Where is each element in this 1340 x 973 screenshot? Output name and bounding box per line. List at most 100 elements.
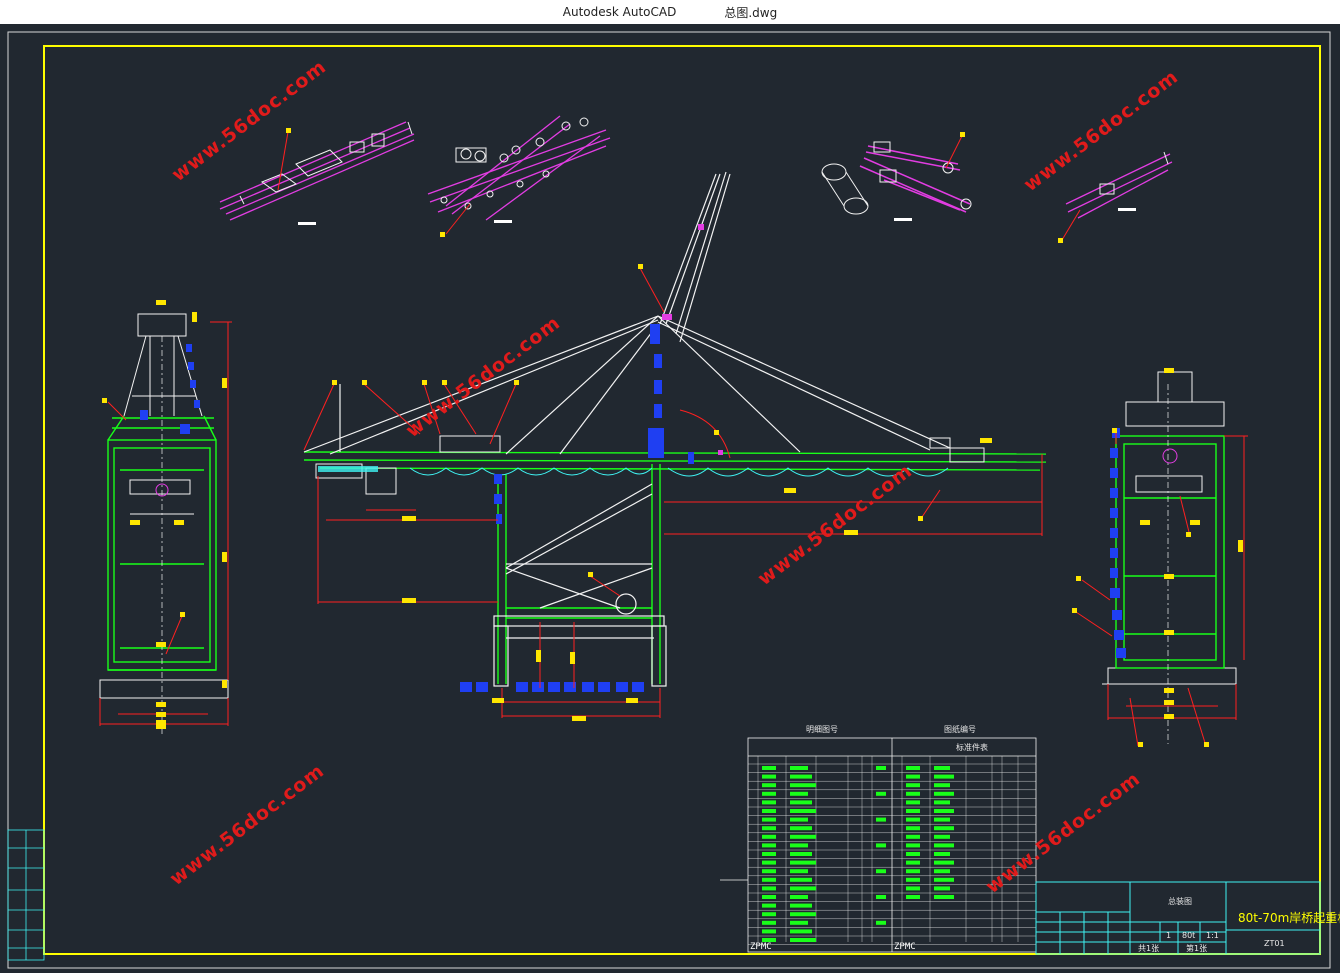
watermark-1: www.56doc.com bbox=[168, 56, 331, 186]
parts-row-mark bbox=[790, 791, 808, 796]
parts-row-mark bbox=[906, 834, 920, 839]
parts-row-mark bbox=[762, 860, 776, 865]
parts-row-mark bbox=[790, 766, 808, 770]
parts-row-mark bbox=[876, 843, 886, 848]
parts-row-mark bbox=[906, 826, 920, 831]
parts-row-mark bbox=[762, 852, 776, 856]
parts-row-mark bbox=[934, 843, 954, 848]
parts-row-mark bbox=[934, 800, 950, 805]
detail-sketch-3 bbox=[821, 132, 972, 221]
detail-sketch-4 bbox=[1058, 151, 1173, 243]
parts-row-mark bbox=[906, 766, 920, 770]
sheet-total: 共1张 bbox=[1138, 944, 1159, 953]
parts-table-right-footer: ZPMC bbox=[894, 942, 916, 952]
parts-row-mark bbox=[790, 903, 812, 908]
parts-row-mark bbox=[790, 852, 812, 856]
detail-sketch-2 bbox=[427, 115, 611, 237]
parts-row-mark bbox=[906, 800, 920, 805]
parts-row-mark bbox=[762, 920, 776, 925]
quantity-cell: 1 bbox=[1166, 931, 1171, 940]
parts-row-mark bbox=[790, 886, 816, 891]
parts-row-mark bbox=[790, 817, 808, 822]
parts-row-mark bbox=[876, 869, 886, 874]
parts-row-mark bbox=[906, 877, 920, 882]
parts-row-mark bbox=[906, 869, 920, 874]
parts-row-mark bbox=[762, 895, 776, 899]
parts-row-mark bbox=[876, 895, 886, 899]
parts-row-mark bbox=[762, 877, 776, 882]
parts-row-mark bbox=[934, 809, 954, 813]
parts-row-mark bbox=[762, 783, 776, 788]
parts-row-mark bbox=[906, 783, 920, 788]
parts-row-mark bbox=[790, 912, 816, 917]
parts-row-mark bbox=[790, 938, 816, 942]
parts-row-mark bbox=[790, 920, 808, 925]
parts-row-mark bbox=[934, 791, 954, 796]
crane-front-elevation bbox=[303, 171, 1047, 721]
parts-row-mark bbox=[790, 860, 816, 865]
parts-row-mark bbox=[934, 826, 954, 831]
parts-row-mark bbox=[906, 791, 920, 796]
parts-row-mark bbox=[876, 817, 886, 822]
sheet-index: 第1张 bbox=[1186, 943, 1207, 953]
drawing-number: ZT01 bbox=[1264, 939, 1285, 948]
watermark-5: www.56doc.com bbox=[166, 760, 329, 890]
parts-row-mark bbox=[762, 886, 776, 891]
parts-row-mark bbox=[790, 869, 808, 874]
parts-row-mark bbox=[790, 800, 812, 805]
app-title: Autodesk AutoCAD bbox=[562, 5, 677, 19]
parts-row-mark bbox=[762, 826, 776, 831]
parts-row-mark bbox=[934, 834, 950, 839]
parts-row-mark bbox=[762, 800, 776, 805]
parts-row-mark bbox=[790, 877, 812, 882]
parts-row-mark bbox=[790, 843, 808, 848]
watermark-2: www.56doc.com bbox=[1020, 66, 1183, 196]
parts-row-mark bbox=[876, 920, 886, 925]
left-side-elevation bbox=[99, 300, 232, 736]
parts-row-mark bbox=[906, 895, 920, 899]
parts-row-mark bbox=[934, 886, 950, 891]
parts-row-mark bbox=[876, 791, 886, 796]
file-name: 总图.dwg bbox=[724, 5, 778, 20]
right-side-elevation bbox=[1072, 368, 1248, 747]
parts-row-mark bbox=[906, 809, 920, 813]
window-title-bar: Autodesk AutoCAD 总图.dwg bbox=[0, 0, 1340, 24]
parts-row-mark bbox=[934, 852, 950, 856]
scale-cell: 1:1 bbox=[1206, 931, 1219, 940]
parts-row-mark bbox=[762, 791, 776, 796]
parts-row-mark bbox=[934, 869, 950, 874]
parts-row-mark bbox=[906, 774, 920, 779]
parts-table-left-footer: ZPMC bbox=[750, 942, 772, 952]
parts-row-mark bbox=[934, 895, 954, 899]
parts-row-mark bbox=[762, 912, 776, 917]
parts-table-right-header: 图纸编号 bbox=[944, 724, 976, 734]
parts-row-mark bbox=[934, 860, 954, 865]
parts-row-mark bbox=[790, 895, 808, 899]
parts-row-mark bbox=[876, 766, 886, 770]
drawing-name: 总装图 bbox=[1168, 896, 1192, 906]
parts-row-mark bbox=[762, 809, 776, 813]
side-stamp-table bbox=[7, 829, 45, 961]
parts-row-mark bbox=[934, 774, 954, 779]
parts-row-mark bbox=[762, 869, 776, 874]
parts-row-mark bbox=[906, 852, 920, 856]
parts-row-mark bbox=[906, 886, 920, 891]
watermark-4: www.56doc.com bbox=[754, 460, 917, 590]
parts-row-mark bbox=[906, 817, 920, 822]
parts-row-mark bbox=[934, 877, 954, 882]
parts-row-mark bbox=[762, 817, 776, 822]
parts-row-mark bbox=[790, 834, 816, 839]
parts-row-mark bbox=[790, 774, 812, 779]
parts-row-mark bbox=[790, 809, 816, 813]
parts-row-mark bbox=[906, 843, 920, 848]
parts-row-mark bbox=[762, 929, 776, 934]
detail-sketch-1 bbox=[219, 121, 415, 225]
parts-row-mark bbox=[790, 929, 812, 934]
title-block: 总装图 80t-70m岸桥起重机 ZT01 1 80t 1:1 共1张 第1张 bbox=[1035, 881, 1340, 955]
parts-row-mark bbox=[790, 783, 816, 788]
drawing-canvas[interactable]: 明细图号 图纸编号 标准件表 ZPMC ZPMC 总装图 80t-70m岸桥起重… bbox=[0, 24, 1340, 973]
parts-row-mark bbox=[762, 774, 776, 779]
parts-row-mark bbox=[790, 826, 812, 831]
parts-row-mark bbox=[762, 843, 776, 848]
parts-row-mark bbox=[906, 860, 920, 865]
